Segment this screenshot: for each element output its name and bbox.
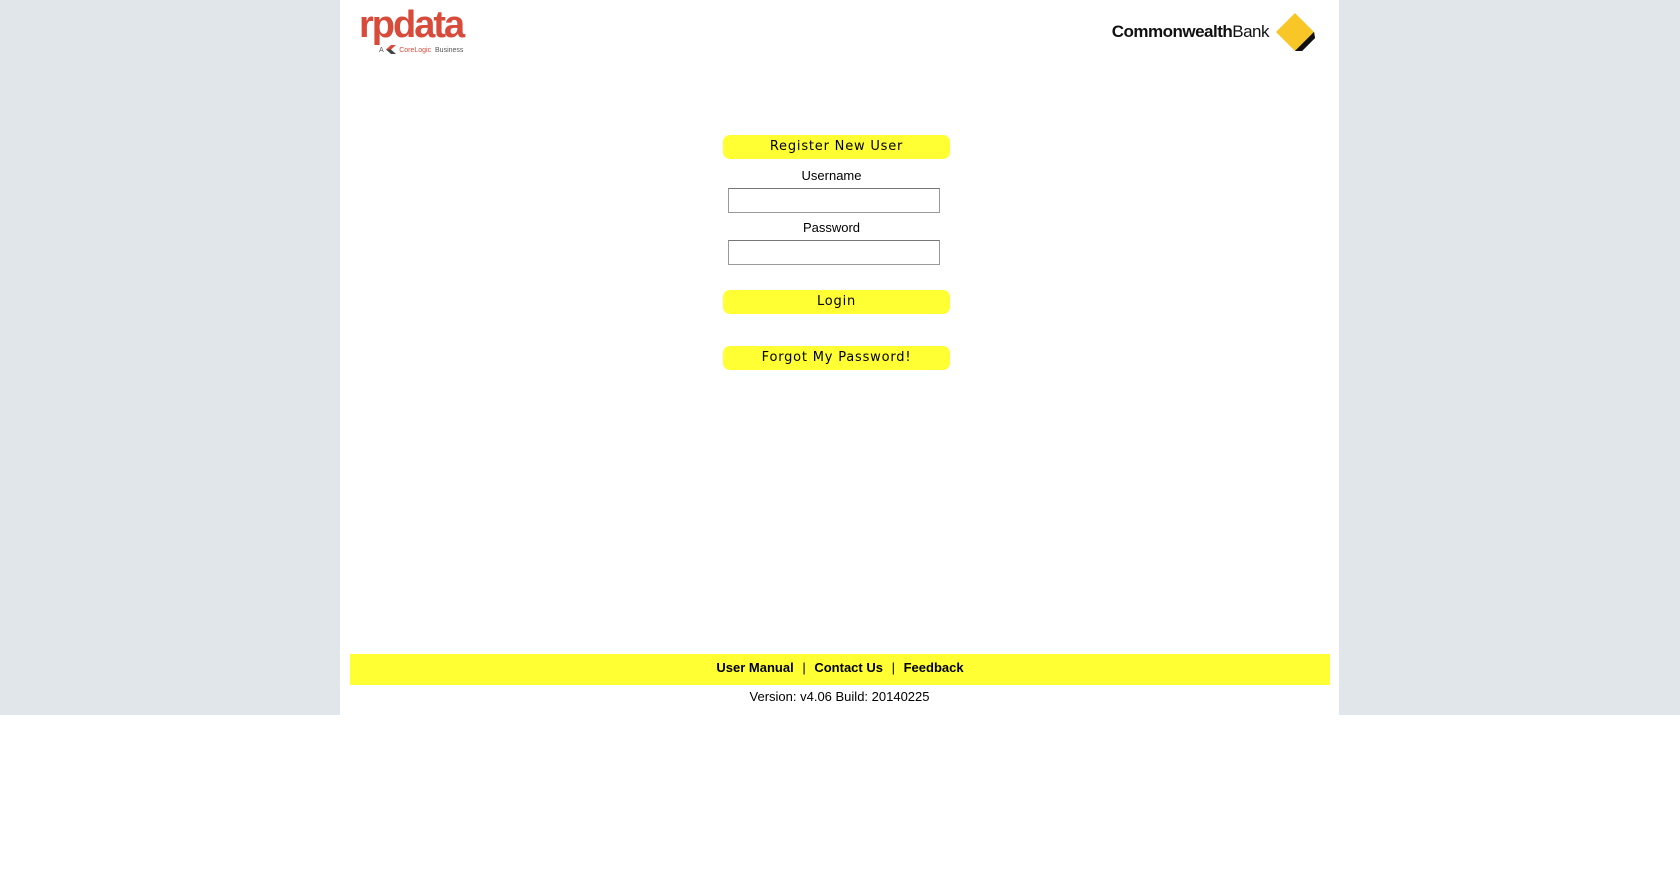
password-label: Password (802, 220, 861, 235)
cba-wordmark: CommonwealthBank (1111, 22, 1270, 42)
user-manual-link[interactable]: User Manual (716, 660, 793, 675)
cba-logo: CommonwealthBank (1105, 12, 1315, 54)
username-label: Username (801, 168, 862, 183)
forgot-password-button[interactable]: Forgot My Password! (723, 346, 950, 370)
cba-name-bold: Commonwealth (1111, 22, 1233, 41)
feedback-link[interactable]: Feedback (904, 660, 964, 675)
tagline-suffix: Business (435, 47, 464, 54)
tagline-prefix: A (379, 47, 384, 54)
register-new-user-button[interactable]: Register New User (723, 135, 950, 159)
password-input[interactable] (728, 240, 940, 265)
version-text: Version: v4.06 Build: 20140225 (749, 689, 930, 704)
tagline-brand: CoreLogic (399, 47, 432, 54)
rpdata-logo: rpdata A CoreLogic Business (359, 6, 469, 56)
rpdata-tagline: A CoreLogic Business (379, 45, 463, 54)
login-button[interactable]: Login (723, 290, 950, 314)
rpdata-wordmark: rpdata (359, 4, 465, 46)
footer-separator: | (891, 660, 895, 675)
footer-links-bar: User Manual | Contact Us | Feedback (350, 654, 1330, 685)
cba-diamond-icon (1276, 13, 1315, 51)
page-container: rpdata A CoreLogic Business Commonwealth… (340, 0, 1339, 715)
corelogic-icon (386, 45, 397, 54)
footer-separator: | (802, 660, 806, 675)
cba-name-regular: Bank (1232, 22, 1269, 41)
contact-us-link[interactable]: Contact Us (814, 660, 883, 675)
username-input[interactable] (728, 188, 940, 213)
